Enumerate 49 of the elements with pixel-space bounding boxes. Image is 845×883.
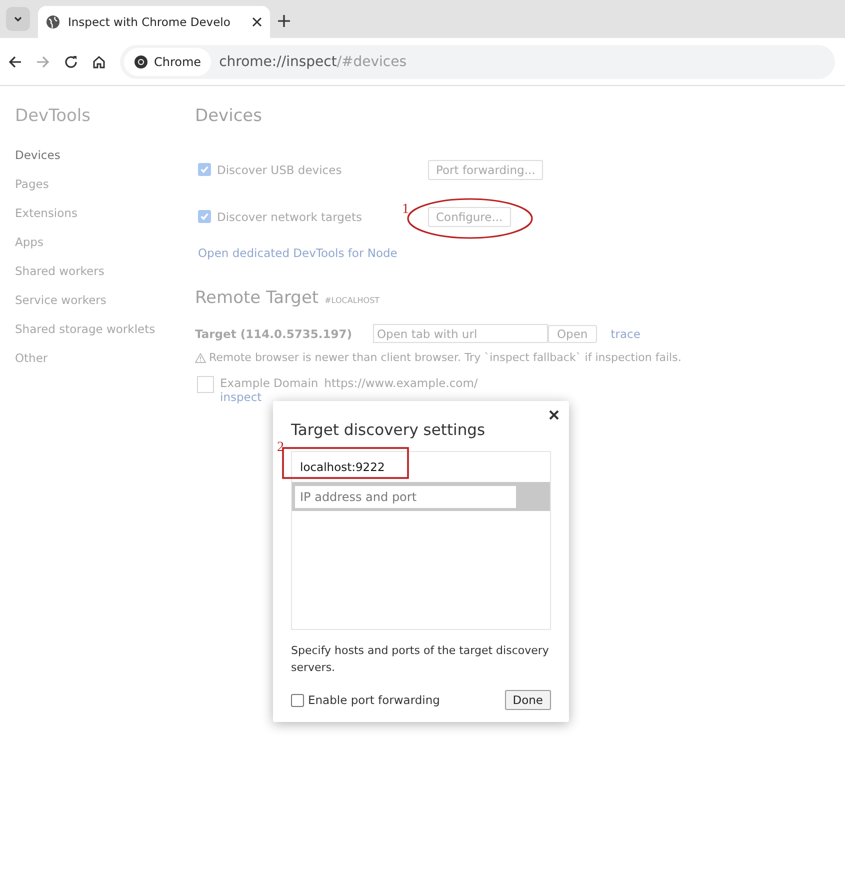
checkbox[interactable] [291,694,304,706]
sidebar-item[interactable]: Shared workers [15,264,195,293]
chevron-down-icon [13,14,23,24]
back-icon[interactable] [8,54,22,68]
dialog-title: Target discovery settings [291,421,486,439]
close-icon[interactable] [252,17,262,27]
target-name: Target (114.0.5735.197) [195,326,353,340]
page-title: Example Domain [220,376,318,390]
sidebar-item[interactable]: Apps [15,235,195,264]
sidebar-item[interactable]: Devices [15,148,195,177]
discover-option[interactable]: Discover USB devices [198,162,428,176]
address-input[interactable]: IP address and port [295,486,516,508]
globe-icon [46,15,60,29]
port-forwarding-option[interactable]: Enable port forwarding [291,693,440,707]
warning-icon [195,352,206,362]
node-devtools-link[interactable]: Open dedicated DevTools for Node [195,246,845,260]
open-button[interactable]: Open [548,324,597,342]
reload-icon[interactable] [64,54,78,68]
new-tab-icon[interactable] [278,15,290,27]
page-url: https://www.example.com/ [324,376,478,390]
tab-list-button[interactable] [6,7,30,31]
close-button[interactable] [547,408,561,422]
warning-text: Remote browser is newer than client browser. Try `inspect fallback` if inspection fails. [209,351,682,364]
dialog-hint: Specify hosts and ports of the target discovery servers. [291,643,550,676]
home-icon[interactable] [92,54,106,68]
trace-link[interactable]: trace [610,326,640,340]
done-button[interactable]: Done [504,690,551,710]
inspect-link[interactable]: inspect [220,390,478,404]
host-tag: #LOCALHOST [324,296,380,305]
settings-button[interactable]: Port forwarding... [428,160,544,180]
sidebar-item[interactable]: Other [15,351,195,380]
sidebar-item[interactable]: Pages [15,177,195,206]
chrome-logo-icon [134,54,148,68]
checkbox[interactable] [198,163,211,176]
annotation-number: 2 [277,440,284,456]
annotation-number: 1 [402,202,409,218]
browser-tab[interactable]: Inspect with Chrome Develo [38,6,270,38]
checkbox[interactable] [198,210,211,223]
section-title: Devices [195,106,263,126]
tab-title: Inspect with Chrome Develo [68,15,232,29]
url-field[interactable]: Open tab with url [373,324,548,343]
settings-button[interactable]: Configure... [428,206,511,226]
sidebar-item[interactable]: Extensions [15,206,195,235]
sidebar-item[interactable]: Shared storage worklets [15,322,195,351]
section-title: Remote Target [195,288,319,308]
sidebar-title: DevTools [15,106,92,126]
site-chip[interactable]: Chrome [124,48,212,76]
sidebar-item[interactable]: Service workers [15,293,195,322]
address-field[interactable]: chrome://inspect/#devices [219,54,407,70]
